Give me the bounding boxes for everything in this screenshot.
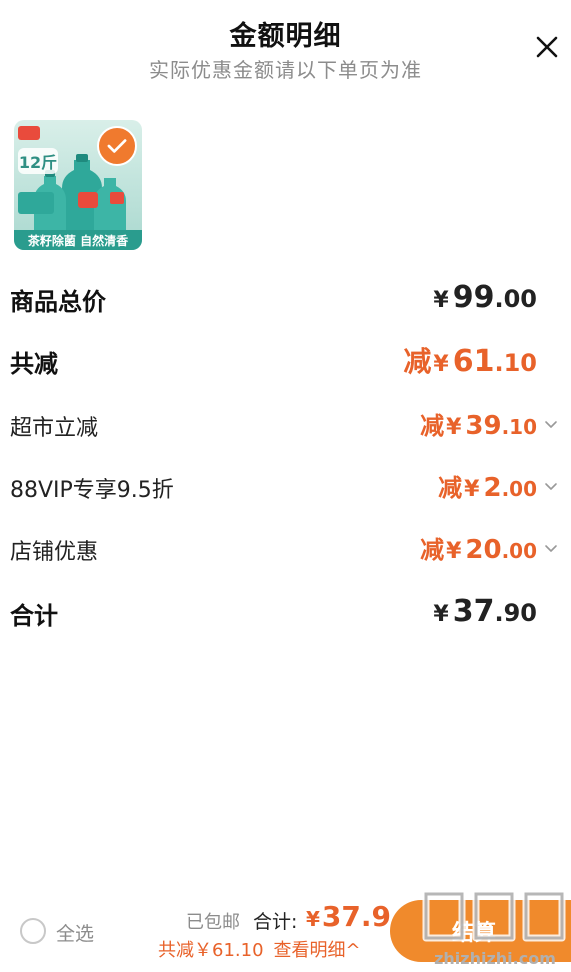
currency-symbol: ¥ [464,477,480,502]
row-supermarket-discount[interactable]: 超市立减 减 ¥ 39 .10 [0,404,571,448]
amount-integer: 61 [452,344,495,379]
row-subtotal: 商品总价 ¥ 99 .00 [0,278,571,322]
checkout-label: 结算 [452,921,497,946]
amount-decimal: .00 [494,285,537,313]
amount-decimal: .10 [494,349,537,377]
amount-integer: 37 [452,594,495,629]
banner-footer-text: 茶籽除菌 自然清香 [27,233,128,248]
total-discount-value: 减 ¥ 61 .10 [403,340,537,380]
row-shop-discount[interactable]: 店铺优惠 减 ¥ 20 .00 [0,528,571,572]
shipping-label: 已包邮 [186,912,240,933]
vip-discount-value: 减 ¥ 2 .00 [438,468,537,503]
vip-discount-label: 88VIP专享9.5折 [10,478,174,503]
amount-integer: 20 [465,535,502,565]
amount-decimal: .10 [501,415,537,439]
chevron-down-icon[interactable] [543,478,559,494]
amount: 37.9 [321,900,392,933]
discount-prefix: 减 [420,536,445,564]
discount-prefix: 减 [420,412,445,440]
discount-prefix: 减 [438,474,463,502]
amount-integer: 2 [483,473,502,503]
currency-symbol: ¥ [433,352,449,377]
amount-decimal: .00 [501,477,537,501]
close-icon[interactable] [530,30,564,64]
badge-text: 12斤 [19,153,57,172]
bottom-total-value: ¥ 37.9 [306,900,391,933]
row-vip-discount[interactable]: 88VIP专享9.5折 减 ¥ 2 .00 [0,466,571,510]
currency-symbol: ¥ [433,602,449,627]
chevron-down-icon[interactable] [543,416,559,432]
subtotal-value: ¥ 99 .00 [433,280,537,315]
bottom-bar: 全选 已包邮 合计: ¥ 37.9 共减￥61.10 查看明细^ 结算 [0,890,571,972]
bottom-total-label: 合计: [253,911,298,933]
view-detail-link[interactable]: 查看明细^ [274,940,361,961]
shop-discount-label: 店铺优惠 [10,540,99,565]
supermarket-discount-label: 超市立减 [10,416,99,441]
total-label: 合计 [10,602,58,630]
amount-integer: 99 [452,280,495,315]
page-subtitle: 实际优惠金额请以下单页为准 [149,58,422,82]
currency-symbol: ¥ [306,907,320,931]
row-total: 合计 ¥ 37 .90 [0,592,571,636]
currency-symbol: ¥ [446,415,462,440]
amount-integer: 39 [465,411,502,441]
checkout-button[interactable]: 结算 [390,900,571,962]
total-discount-label: 共减 [10,350,58,378]
select-all-radio[interactable] [20,918,46,944]
amount-decimal: .90 [494,599,537,627]
page-title: 金额明细 [229,21,342,52]
subtotal-label: 商品总价 [10,288,106,316]
discount-summary: 共减￥61.10 查看明细^ [158,936,361,962]
supermarket-discount-value: 减 ¥ 39 .10 [420,406,537,441]
header: 金额明细 实际优惠金额请以下单页为准 [0,0,571,90]
discount-line: 共减￥61.10 [158,940,264,961]
row-total-discount: 共减 减 ¥ 61 .10 [0,340,571,384]
discount-prefix: 减 [403,345,432,378]
shop-discount-value: 减 ¥ 20 .00 [420,530,537,565]
amount-decimal: .00 [501,539,537,563]
selected-check-icon[interactable] [97,126,137,166]
total-value: ¥ 37 .90 [433,594,537,629]
currency-symbol: ¥ [433,288,449,313]
select-all-label[interactable]: 全选 [56,919,94,946]
chevron-down-icon[interactable] [543,540,559,556]
currency-symbol: ¥ [446,539,462,564]
